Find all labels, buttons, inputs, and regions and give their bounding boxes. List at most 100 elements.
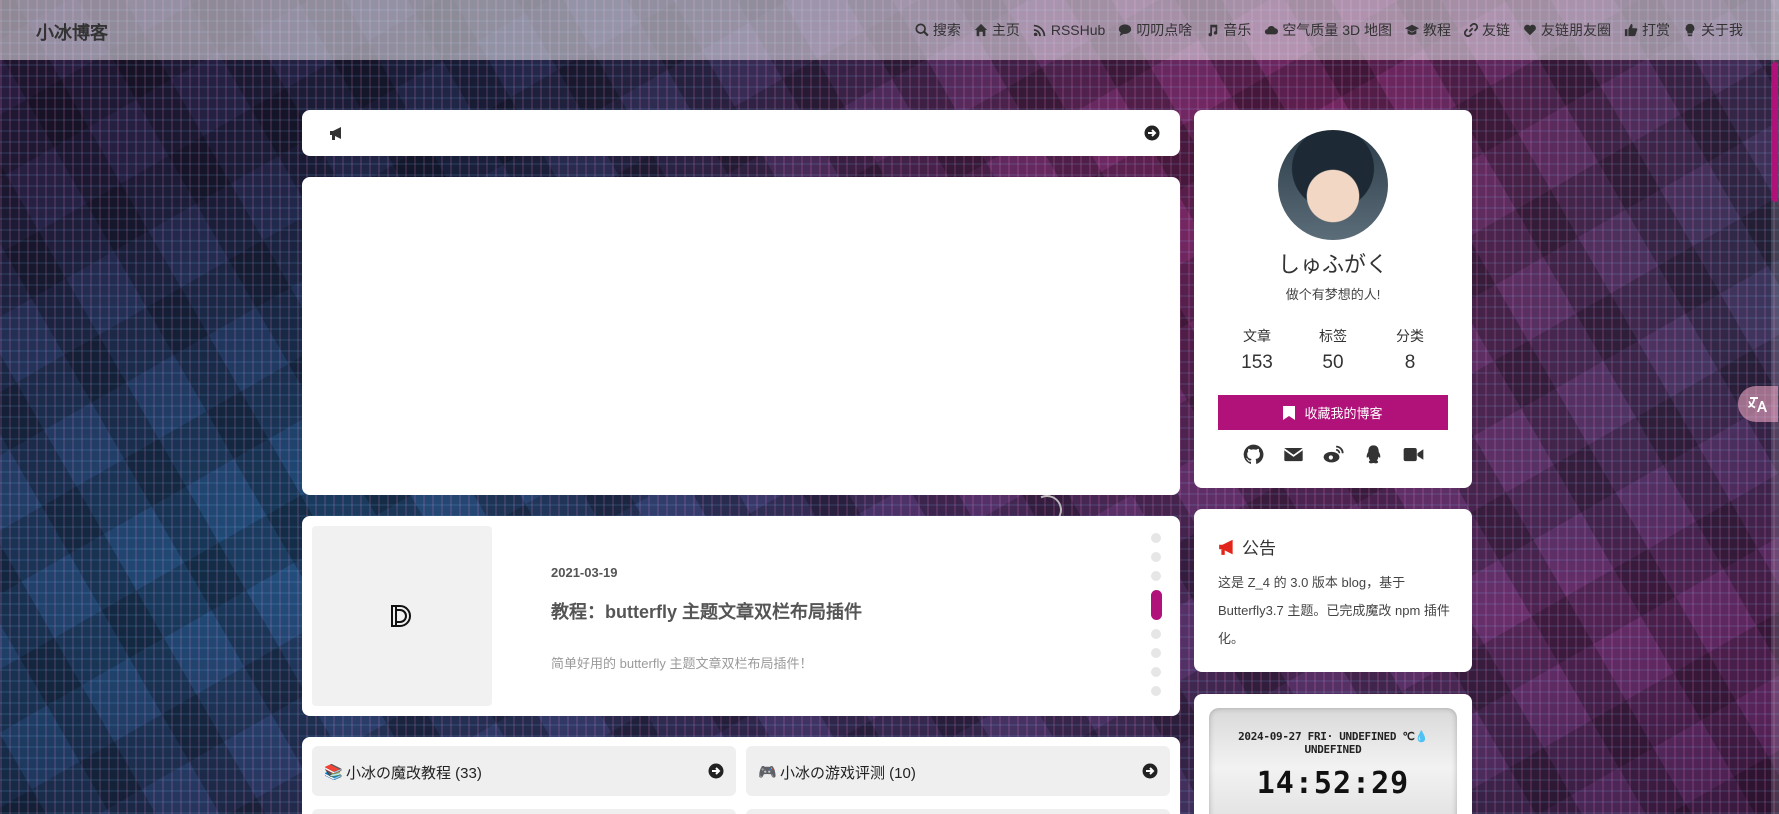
category-label: 小冰の游戏评测 (10) bbox=[780, 765, 916, 782]
stat-label: 标签 bbox=[1319, 328, 1347, 344]
stat-value: 153 bbox=[1241, 352, 1273, 373]
stat-tags[interactable]: 标签 50 bbox=[1293, 326, 1373, 374]
bookmark-icon bbox=[1283, 405, 1296, 420]
clock-card: 2024-09-27 FRI· UNDEFINED ℃💧 UNDEFINED 1… bbox=[1194, 694, 1472, 814]
nav-item-links[interactable]: 友链 bbox=[1464, 20, 1510, 40]
nav-item-label: 空气质量 3D 地图 bbox=[1282, 22, 1392, 38]
stat-articles[interactable]: 文章 153 bbox=[1217, 326, 1297, 374]
bullhorn-icon bbox=[1219, 539, 1233, 555]
nav-item-music[interactable]: 音乐 bbox=[1205, 20, 1251, 40]
carousel-dot-active[interactable] bbox=[1150, 590, 1162, 620]
email-icon[interactable] bbox=[1283, 444, 1304, 465]
carousel-dot[interactable] bbox=[1151, 533, 1161, 543]
nav-item-donate[interactable]: 打赏 bbox=[1624, 20, 1670, 40]
nav-menu: 搜索 主页 RSSHub 叨叨点啥 音乐 空气质量 3D 地图 教程 友链 友链… bbox=[915, 20, 1743, 40]
search-icon bbox=[915, 23, 929, 37]
gamepad-icon: 🎮 bbox=[758, 764, 777, 781]
nav-item-about[interactable]: 关于我 bbox=[1683, 20, 1743, 40]
bullhorn-icon bbox=[330, 127, 341, 140]
category-label: 小冰の魔改教程 (33) bbox=[346, 765, 482, 782]
nav-item-label: 搜索 bbox=[932, 22, 961, 38]
carousel-dot[interactable] bbox=[1151, 648, 1161, 658]
nav-item-label: 打赏 bbox=[1642, 22, 1670, 38]
nav-item-air-quality[interactable]: 空气质量 3D 地图 bbox=[1264, 20, 1392, 40]
translate-icon bbox=[1748, 397, 1767, 412]
social-links bbox=[1194, 444, 1472, 465]
nav-item-tutorial[interactable]: 教程 bbox=[1405, 20, 1451, 40]
author-card: しゅふがく 做个有梦想的人! 文章 153 标签 50 分类 8 收藏我的博客 bbox=[1194, 110, 1472, 488]
cloud-icon bbox=[1265, 25, 1279, 35]
notice-bar[interactable] bbox=[302, 110, 1180, 156]
stat-value: 50 bbox=[1322, 352, 1344, 373]
qq-icon[interactable] bbox=[1363, 444, 1384, 465]
books-icon: 📚 bbox=[324, 764, 343, 781]
carousel-dot[interactable] bbox=[1151, 571, 1161, 581]
home-icon bbox=[974, 23, 987, 37]
arrow-circle-right-icon bbox=[1142, 763, 1158, 779]
article-thumbnail[interactable] bbox=[312, 526, 492, 706]
category-card[interactable] bbox=[746, 809, 1170, 814]
article-date: 2021-03-19 bbox=[551, 565, 618, 580]
nav-item-label: 友链 bbox=[1482, 22, 1510, 38]
nav-item-friends-circle[interactable]: 友链朋友圈 bbox=[1523, 20, 1611, 40]
nav-item-search[interactable]: 搜索 bbox=[915, 20, 961, 40]
link-icon bbox=[1464, 23, 1478, 37]
github-icon[interactable] bbox=[1243, 444, 1264, 465]
banner-slider[interactable] bbox=[302, 177, 1180, 530]
nav-item-talk[interactable]: 叨叨点啥 bbox=[1118, 20, 1192, 40]
carousel-dot[interactable] bbox=[1151, 667, 1161, 677]
article-title[interactable]: 教程：butterfly 主题文章双栏布局插件 bbox=[551, 598, 862, 624]
stat-label: 文章 bbox=[1243, 328, 1271, 344]
nav-item-label: 主页 bbox=[991, 22, 1020, 38]
arrow-circle-right-icon bbox=[708, 763, 724, 779]
author-name: しゅふがく bbox=[1277, 252, 1388, 277]
author-motto: 做个有梦想的人! bbox=[1285, 287, 1381, 302]
nav-item-label: 教程 bbox=[1423, 22, 1451, 38]
category-grid: 📚 小冰の魔改教程 (33) 🎮 小冰の游戏评测 (10) bbox=[302, 737, 1180, 814]
thumbs-up-icon bbox=[1624, 23, 1638, 37]
nav-item-label: 友链朋友圈 bbox=[1541, 22, 1611, 38]
scrollbar-thumb[interactable] bbox=[1772, 62, 1778, 202]
translate-button[interactable] bbox=[1738, 386, 1778, 422]
graduation-cap-icon bbox=[1405, 24, 1419, 35]
rss-icon bbox=[1033, 24, 1046, 37]
stat-label: 分类 bbox=[1396, 328, 1424, 344]
nav-item-label: 关于我 bbox=[1701, 22, 1743, 38]
stat-value: 8 bbox=[1404, 352, 1416, 373]
video-icon[interactable] bbox=[1403, 444, 1424, 465]
nav-item-label: RSSHub bbox=[1050, 22, 1106, 38]
clock-date: 2024-09-27 FRI· UNDEFINED ℃💧 UNDEFINED bbox=[1238, 730, 1428, 756]
bookmark-button[interactable]: 收藏我的博客 bbox=[1218, 395, 1448, 430]
placeholder-logo-icon bbox=[391, 605, 411, 627]
carousel-pagination bbox=[1150, 533, 1162, 705]
article-description: 简单好用的 butterfly 主题文章双栏布局插件！ bbox=[551, 656, 813, 671]
arrow-circle-right-icon[interactable] bbox=[1144, 125, 1160, 141]
category-card[interactable] bbox=[312, 809, 736, 814]
lightbulb-icon bbox=[1685, 23, 1695, 37]
announcement-header: 公告 bbox=[1218, 534, 1276, 559]
announcement-body: 这是 Z_4 的 3.0 版本 blog，基于 Butterfly3.7 主题。… bbox=[1218, 575, 1450, 646]
nav-item-label: 音乐 bbox=[1223, 22, 1252, 38]
avatar[interactable] bbox=[1278, 130, 1388, 240]
site-title[interactable]: 小冰博客 bbox=[36, 19, 108, 45]
bookmark-label: 收藏我的博客 bbox=[1304, 406, 1383, 421]
nav-item-label: 叨叨点啥 bbox=[1136, 22, 1193, 38]
clock-time: 14:52:29 bbox=[1256, 766, 1410, 801]
clock-widget: 2024-09-27 FRI· UNDEFINED ℃💧 UNDEFINED 1… bbox=[1209, 708, 1457, 814]
stat-categories[interactable]: 分类 8 bbox=[1370, 326, 1450, 374]
music-icon bbox=[1208, 24, 1218, 37]
announcement-card: 公告 这是 Z_4 的 3.0 版本 blog，基于 Butterfly3.7 … bbox=[1194, 509, 1472, 672]
nav-item-rsshub[interactable]: RSSHub bbox=[1033, 20, 1105, 40]
category-card[interactable]: 📚 小冰の魔改教程 (33) bbox=[312, 746, 736, 796]
weibo-icon[interactable] bbox=[1323, 444, 1344, 465]
carousel-dot[interactable] bbox=[1151, 552, 1161, 562]
comment-icon bbox=[1119, 24, 1132, 37]
category-card[interactable]: 🎮 小冰の游戏评测 (10) bbox=[746, 746, 1170, 796]
article-carousel[interactable]: 2021-03-19 教程：butterfly 主题文章双栏布局插件 简单好用的… bbox=[302, 516, 1180, 716]
heart-icon bbox=[1524, 24, 1536, 36]
nav-item-home[interactable]: 主页 bbox=[974, 20, 1020, 40]
carousel-dot[interactable] bbox=[1151, 686, 1161, 696]
announcement-title: 公告 bbox=[1242, 539, 1276, 558]
navbar: 小冰博客 搜索 主页 RSSHub 叨叨点啥 音乐 空气质量 3D 地图 教程 bbox=[0, 0, 1779, 60]
carousel-dot[interactable] bbox=[1151, 629, 1161, 639]
